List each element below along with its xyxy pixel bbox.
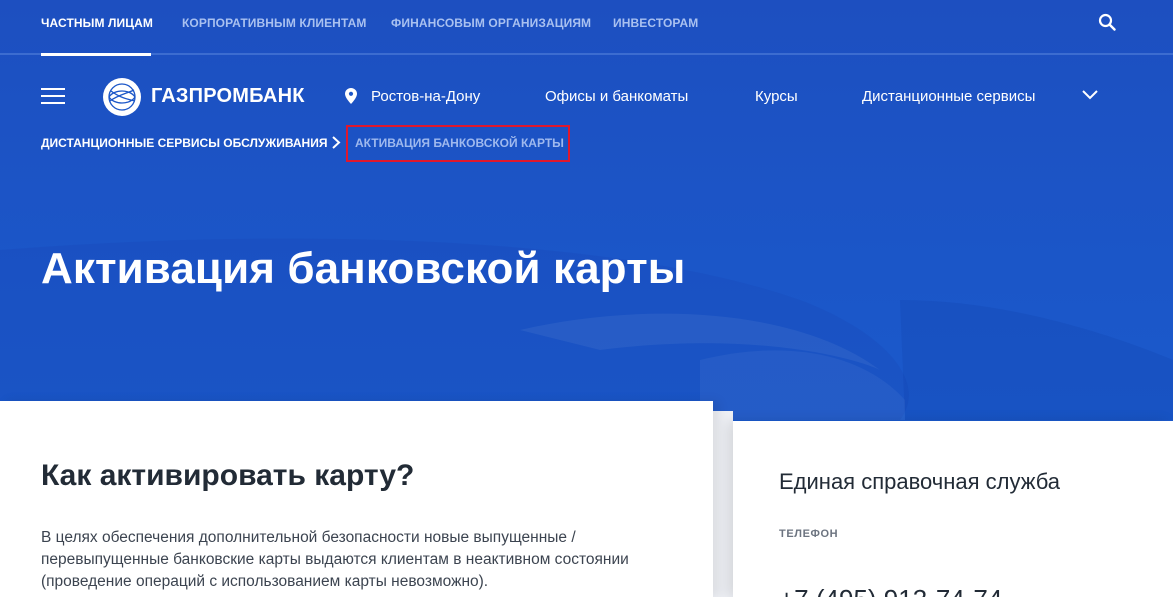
search-icon[interactable] <box>1098 13 1116 31</box>
logo-text[interactable]: ГАЗПРОМБАНК <box>151 85 305 108</box>
topnav-item-private[interactable]: ЧАСТНЫМ ЛИЦАМ <box>41 16 153 30</box>
section-heading: Как активировать карту? <box>41 459 415 492</box>
chevron-right-icon <box>332 136 341 149</box>
menu-icon[interactable] <box>41 88 65 106</box>
logo-icon[interactable] <box>102 77 142 117</box>
city-selector[interactable]: Ростов-на-Дону <box>371 88 480 105</box>
page-title: Активация банковской карты <box>41 244 686 293</box>
topnav-item-financial[interactable]: ФИНАНСОВЫМ ОРГАНИЗАЦИЯМ <box>391 16 591 30</box>
nav-remote-services[interactable]: Дистанционные сервисы <box>862 88 1035 105</box>
nav-offices-atms[interactable]: Офисы и банкоматы <box>545 88 688 105</box>
phone-label: ТЕЛЕФОН <box>779 528 839 540</box>
phone-value[interactable]: +7 (495) 913-74-74 <box>779 584 1002 597</box>
help-card <box>733 421 1173 597</box>
section-paragraph: В целях обеспечения дополнительной безоп… <box>41 529 629 590</box>
nav-rates[interactable]: Курсы <box>755 88 798 105</box>
breadcrumb-parent[interactable]: ДИСТАНЦИОННЫЕ СЕРВИСЫ ОБСЛУЖИВАНИЯ <box>41 136 327 150</box>
card-gap <box>713 411 733 597</box>
topnav-item-investors[interactable]: ИНВЕСТОРАМ <box>613 16 698 30</box>
topnav-item-corporate[interactable]: КОРПОРАТИВНЫМ КЛИЕНТАМ <box>182 16 366 30</box>
active-tab-indicator <box>41 53 151 56</box>
help-title: Единая справочная служба <box>779 469 1061 494</box>
breadcrumb-current: АКТИВАЦИЯ БАНКОВСКОЙ КАРТЫ <box>355 136 564 150</box>
chevron-down-icon[interactable] <box>1081 88 1099 102</box>
location-pin-icon[interactable] <box>345 88 357 104</box>
top-navigation: ЧАСТНЫМ ЛИЦАМ КОРПОРАТИВНЫМ КЛИЕНТАМ ФИН… <box>0 0 1173 56</box>
